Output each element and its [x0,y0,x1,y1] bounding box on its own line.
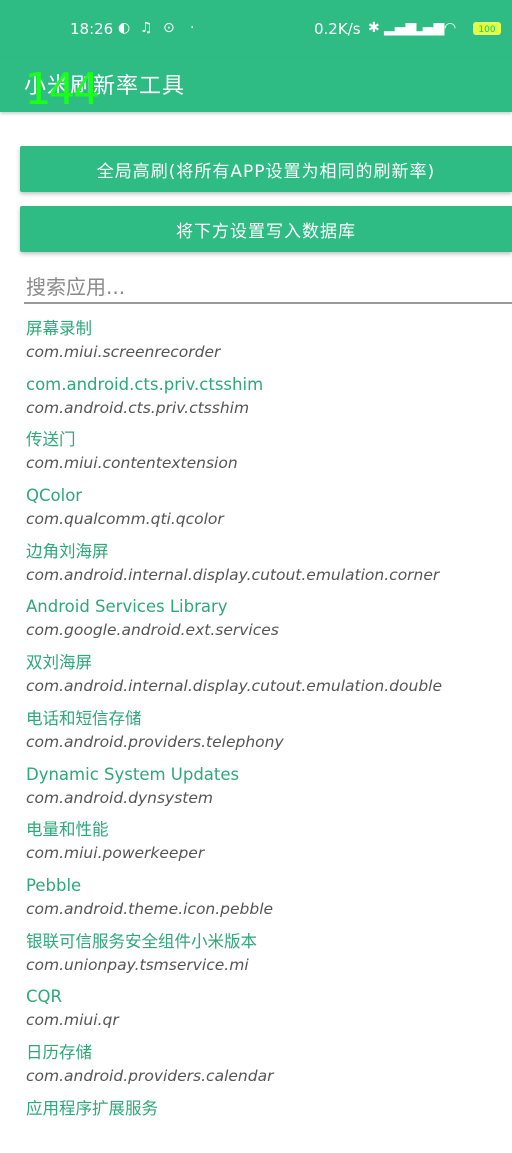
app-package: com.android.internal.display.cutout.emul… [26,677,442,696]
list-item[interactable]: 双刘海屏 com.android.internal.display.cutout… [0,652,512,708]
search-input[interactable] [24,272,512,304]
app-name: 电量和性能 [26,820,109,840]
app-package: com.android.providers.calendar [26,1066,274,1085]
app-package: com.android.cts.priv.ctsshim [26,398,250,417]
app-name: 应用程序扩展服务 [26,1098,158,1118]
app-name: 屏幕录制 [26,319,92,338]
net-speed: 0.2K/s [314,20,361,38]
app-name: 传送门 [26,430,76,450]
app-name: 电话和短信存储 [26,708,142,728]
list-item[interactable]: 银联可信服务安全组件小米版本 com.unionpay.tsmservice.m… [0,931,512,987]
status-bar: 18:26 ◐ ♫ ⊙ · 0.2K/s ✱ ▂▄▆ ▂▄▆ ◠ 100 [0,0,512,58]
app-name: 日历存储 [26,1042,92,1062]
list-item[interactable]: 屏幕录制 com.miui.screenrecorder [0,318,512,374]
list-item[interactable]: Dynamic System Updates com.android.dynsy… [0,764,512,820]
app-package: com.android.providers.telephony [26,732,284,751]
app-name: Pebble [26,875,82,895]
list-item[interactable]: 应用程序扩展服务 [0,1098,512,1153]
status-time: 18:26 [70,20,114,38]
dot-icon: · [190,20,195,36]
app-package: com.miui.screenrecorder [26,343,221,361]
list-item[interactable]: QColor com.qualcomm.qti.qcolor [0,485,512,541]
list-item[interactable]: 传送门 com.miui.contentextension [0,429,512,485]
list-item[interactable]: com.android.cts.priv.ctsshim com.android… [0,374,512,430]
fps-overlay: 144 [24,64,99,115]
list-item[interactable]: 电话和短信存储 com.android.providers.telephony [0,708,512,764]
app-package: com.unionpay.tsmservice.mi [26,955,249,974]
write-database-button[interactable]: 将下方设置写入数据库 [20,206,512,252]
notification-bell-icon: ♫ [140,20,153,36]
list-item[interactable]: Android Services Library com.google.andr… [0,596,512,652]
global-high-refresh-button[interactable]: 全局高刷(将所有APP设置为相同的刷新率) [20,146,512,192]
app-package: com.miui.qr [26,1011,119,1030]
list-item[interactable]: CQR com.miui.qr [0,986,512,1042]
app-name: 银联可信服务安全组件小米版本 [26,931,257,951]
app-list: 屏幕录制 com.miui.screenrecorder com.android… [0,318,512,1153]
app-name: 边角刘海屏 [26,541,109,561]
app-package: com.android.theme.icon.pebble [26,899,274,918]
wifi-icon: ◠ [444,20,457,36]
app-package: com.android.dynsystem [26,788,213,807]
app-package: com.miui.powerkeeper [26,844,205,863]
app-name: 双刘海屏 [26,653,92,673]
app-name: Android Services Library [26,597,228,617]
app-name: QColor [26,486,83,506]
list-item[interactable]: 电量和性能 com.miui.powerkeeper [0,819,512,875]
app-name: Dynamic System Updates [26,764,240,784]
app-name: com.android.cts.priv.ctsshim [26,374,264,394]
app-package: com.android.internal.display.cutout.emul… [26,565,440,584]
app-badge-icon: ⊙ [163,20,175,36]
list-item[interactable]: 边角刘海屏 com.android.internal.display.cutou… [0,541,512,597]
app-package: com.google.android.ext.services [26,621,279,640]
app-name: CQR [26,987,62,1007]
battery-icon: 100 [473,22,501,35]
data-saver-icon: ◐ [118,20,131,36]
app-package: com.miui.contentextension [26,454,238,473]
list-item[interactable]: 日历存储 com.android.providers.calendar [0,1042,512,1098]
app-package: com.qualcomm.qti.qcolor [26,510,224,529]
list-item[interactable]: Pebble com.android.theme.icon.pebble [0,875,512,931]
bluetooth-icon: ✱ [368,20,380,36]
signal-hd-2-icon: ▂▄▆ [412,20,445,36]
